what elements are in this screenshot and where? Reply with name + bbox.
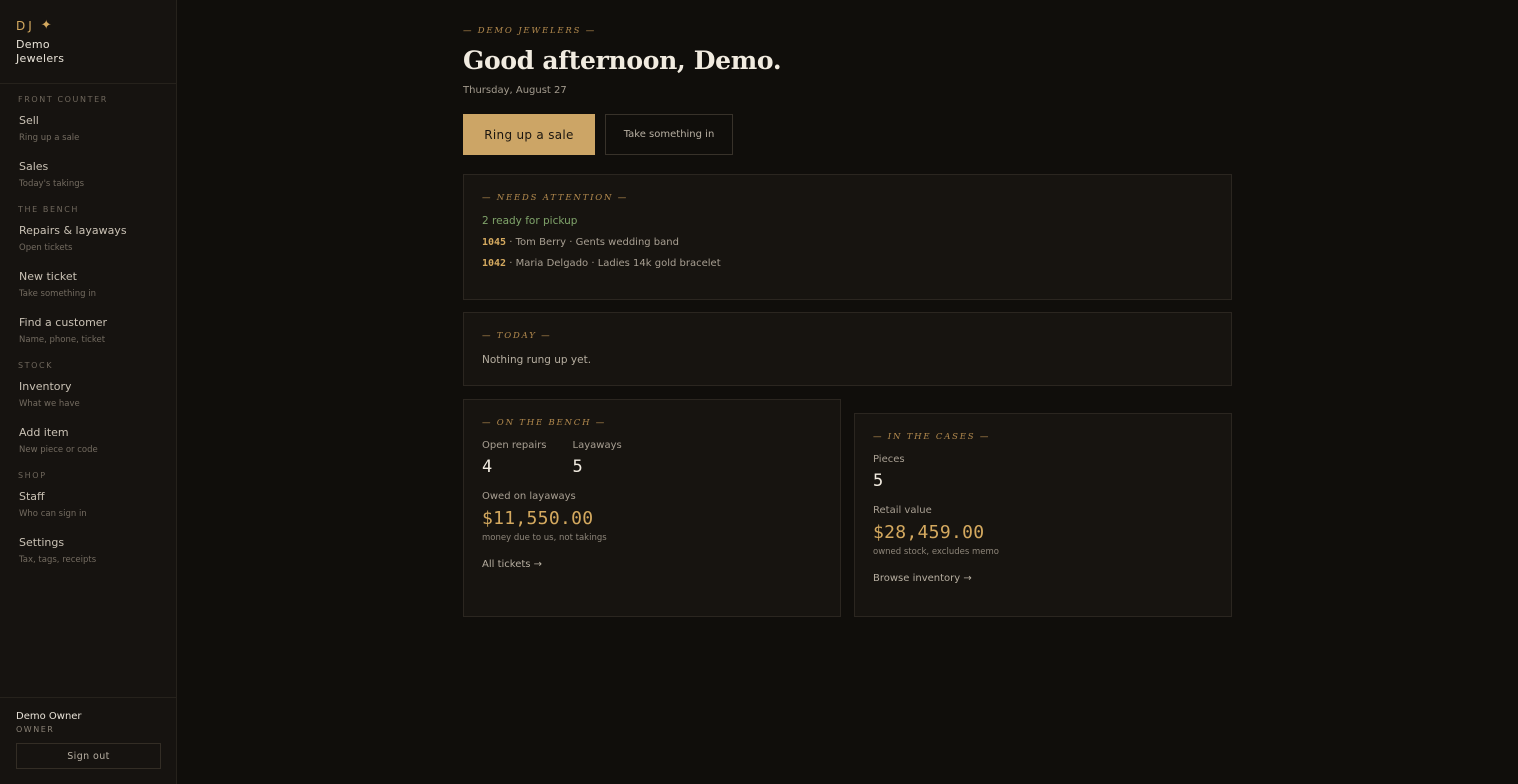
stat-label: Open repairs: [482, 440, 547, 451]
sidebar-footer: Demo Owner OWNER Sign out: [0, 697, 176, 784]
ticket-id: 1045: [482, 237, 507, 248]
pieces-stat: Pieces 5: [873, 454, 905, 491]
stat-value: 5: [572, 457, 583, 477]
user-role: OWNER: [16, 725, 55, 734]
sidebar-item-sub: Name, phone, ticket: [19, 335, 106, 345]
browse-inventory-link[interactable]: Browse inventory →: [873, 573, 972, 584]
sidebar-item-sub: Today's takings: [19, 179, 85, 189]
current-date: Thursday, August 27: [463, 85, 567, 96]
owed-label: Owed on layaways: [482, 491, 576, 502]
ready-for-pickup-status: 2 ready for pickup: [482, 215, 578, 227]
stat-value: 5: [873, 471, 884, 491]
owed-note: money due to us, not takings: [482, 533, 607, 543]
owed-amount: $11,550.00: [482, 508, 594, 529]
sidebar-item-settings[interactable]: Settings Tax, tags, receipts: [0, 536, 176, 582]
brand-initials: DJ: [16, 18, 35, 33]
sidebar-item-label: Repairs & layaways: [19, 224, 127, 237]
user-name: Demo Owner: [16, 711, 82, 722]
all-tickets-link[interactable]: All tickets →: [482, 559, 542, 570]
sidebar-item-sales[interactable]: Sales Today's takings: [0, 160, 176, 206]
today-summary: Nothing rung up yet.: [482, 354, 592, 366]
shop-eyebrow: — DEMO JEWELERS —: [463, 26, 597, 36]
needs-attention-card: — NEEDS ATTENTION — 2 ready for pickup 1…: [463, 174, 1232, 300]
sidebar-item-repairs-layaways[interactable]: Repairs & layaways Open tickets: [0, 224, 176, 270]
stat-label: Layaways: [572, 440, 622, 451]
ticket-details: · Maria Delgado · Ladies 14k gold bracel…: [506, 258, 721, 269]
sidebar-item-label: Find a customer: [19, 316, 108, 329]
stat-label: Pieces: [873, 454, 905, 465]
open-repairs-stat: Open repairs 4: [482, 440, 547, 477]
card-title: — NEEDS ATTENTION —: [482, 193, 629, 203]
page-title: Good afternoon, Demo.: [463, 46, 782, 75]
list-item[interactable]: 1042 · Maria Delgado · Ladies 14k gold b…: [482, 258, 1213, 269]
retail-label: Retail value: [873, 505, 932, 516]
sidebar-nav: FRONT COUNTER Sell Ring up a sale Sales …: [0, 84, 176, 582]
sidebar-item-label: Add item: [19, 426, 69, 439]
sidebar-item-new-ticket[interactable]: New ticket Take something in: [0, 270, 176, 316]
layaways-stat: Layaways 5: [573, 440, 622, 477]
nav-section-front-counter: FRONT COUNTER: [18, 95, 108, 104]
sidebar-item-label: Settings: [19, 536, 65, 549]
sparkle-icon: ✦: [40, 18, 55, 33]
retail-value: $28,459.00: [873, 522, 985, 543]
sidebar-item-label: New ticket: [19, 270, 77, 283]
sidebar-item-sub: Ring up a sale: [19, 133, 80, 143]
brand-mark: DJ ✦: [16, 18, 160, 33]
nav-section-stock: STOCK: [18, 361, 54, 370]
card-title: — IN THE CASES —: [873, 432, 991, 442]
sidebar-item-staff[interactable]: Staff Who can sign in: [0, 490, 176, 536]
nav-section-shop: SHOP: [18, 471, 47, 480]
sidebar-item-sub: Open tickets: [19, 243, 73, 253]
bench-stats: Open repairs 4 Layaways 5: [482, 440, 822, 477]
sidebar: DJ ✦ Demo Jewelers FRONT COUNTER Sell Ri…: [0, 0, 177, 784]
sidebar-item-label: Sell: [19, 114, 39, 127]
nav-section-the-bench: THE BENCH: [18, 205, 80, 214]
ticket-details: · Tom Berry · Gents wedding band: [506, 237, 679, 248]
sidebar-item-add-item[interactable]: Add item New piece or code: [0, 426, 176, 472]
sidebar-item-sub: Take something in: [19, 289, 96, 299]
sidebar-item-label: Staff: [19, 490, 45, 503]
retail-note: owned stock, excludes memo: [873, 547, 999, 557]
brand-name: Demo Jewelers: [16, 38, 160, 66]
sidebar-item-inventory[interactable]: Inventory What we have: [0, 380, 176, 426]
on-the-bench-card: — ON THE BENCH — Open repairs 4 Layaways…: [463, 399, 841, 617]
sidebar-item-label: Inventory: [19, 380, 72, 393]
cases-stats: Pieces 5: [873, 454, 1213, 491]
sign-out-button[interactable]: Sign out: [16, 743, 161, 769]
card-title: — TODAY —: [482, 331, 552, 341]
stat-value: 4: [482, 457, 493, 477]
sidebar-item-find-customer[interactable]: Find a customer Name, phone, ticket: [0, 316, 176, 362]
card-title: — ON THE BENCH —: [482, 418, 607, 428]
brand-name-line2: Jewelers: [16, 52, 65, 65]
in-the-cases-card: — IN THE CASES — Pieces 5 Retail value $…: [854, 413, 1232, 617]
sidebar-item-sub: Tax, tags, receipts: [19, 555, 97, 565]
sidebar-item-sell[interactable]: Sell Ring up a sale: [0, 114, 176, 160]
take-something-in-button[interactable]: Take something in: [605, 114, 733, 155]
sidebar-item-sub: Who can sign in: [19, 509, 87, 519]
ticket-id: 1042: [482, 258, 507, 269]
sidebar-item-sub: What we have: [19, 399, 80, 409]
today-card: — TODAY — Nothing rung up yet.: [463, 312, 1232, 386]
sidebar-item-label: Sales: [19, 160, 49, 173]
brand-name-line1: Demo: [16, 38, 50, 51]
sidebar-item-sub: New piece or code: [19, 445, 98, 455]
brand: DJ ✦ Demo Jewelers: [0, 0, 176, 84]
list-item[interactable]: 1045 · Tom Berry · Gents wedding band: [482, 237, 1213, 248]
ring-up-sale-button[interactable]: Ring up a sale: [463, 114, 595, 155]
